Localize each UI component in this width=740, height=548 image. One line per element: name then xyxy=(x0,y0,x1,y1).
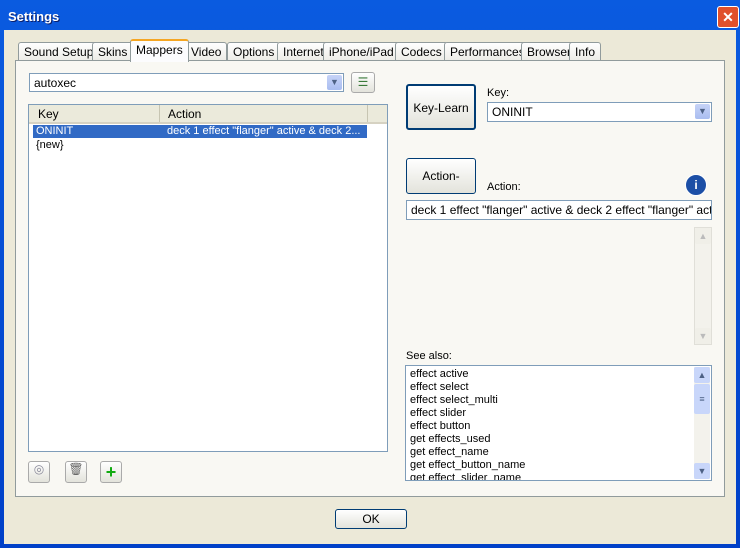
info-icon[interactable]: i xyxy=(685,174,707,196)
see-also-item[interactable]: effect active xyxy=(410,368,525,381)
see-also-label: See also: xyxy=(406,350,452,362)
import-button[interactable]: ◎ xyxy=(28,461,50,483)
table-row[interactable]: {new} xyxy=(33,139,367,152)
tab-video[interactable]: Video xyxy=(185,42,228,61)
tab-skins[interactable]: Skins xyxy=(92,42,134,61)
plus-icon: + xyxy=(105,462,117,482)
tab-iphone-ipad[interactable]: iPhone/iPad xyxy=(323,42,400,61)
key-learn-button[interactable]: Key-Learn xyxy=(406,84,476,130)
tab-codecs[interactable]: Codecs xyxy=(395,42,448,61)
see-also-item[interactable]: effect select_multi xyxy=(410,394,525,407)
mappers-panel: autoxec ▼ ☰ Key Action ONINIT deck 1 effe… xyxy=(15,60,725,497)
header-key[interactable]: Key xyxy=(38,107,59,121)
see-also-item[interactable]: get effect_name xyxy=(410,446,525,459)
see-also-item[interactable]: get effect_slider_name xyxy=(410,472,525,480)
settings-window: Settings ✕ Sound Setup Skins Mappers Video O… xyxy=(0,0,740,548)
mapper-select[interactable]: autoxec ▼ xyxy=(29,73,344,92)
see-also-item[interactable]: effect select xyxy=(410,381,525,394)
action-label: Action: xyxy=(487,181,521,193)
action-scrollbar[interactable]: ▲ ▼ xyxy=(694,227,712,345)
action-learn-button[interactable]: Action-Learn xyxy=(406,158,476,217)
chevron-down-icon[interactable]: ▼ xyxy=(695,104,710,119)
key-select-value: ONINIT xyxy=(492,105,533,119)
disk-icon: ◎ xyxy=(33,462,45,476)
scroll-thumb: ≡ xyxy=(694,384,710,414)
delete-button[interactable]: 🗑 xyxy=(65,461,87,483)
mappings-table: Key Action ONINIT deck 1 effect "flanger… xyxy=(28,104,388,452)
see-also-item[interactable]: get effects_used xyxy=(410,433,525,446)
mapper-options-button[interactable]: ☰ xyxy=(351,72,375,93)
chevron-down-icon[interactable]: ▼ xyxy=(327,75,342,90)
tab-mappers[interactable]: Mappers xyxy=(130,39,189,62)
list-icon: ☰ xyxy=(357,75,369,89)
ok-button[interactable]: OK xyxy=(335,509,407,529)
row-key: ONINIT xyxy=(36,125,74,137)
see-also-item[interactable]: effect slider xyxy=(410,407,525,420)
tab-info[interactable]: Info xyxy=(569,42,602,61)
header-action[interactable]: Action xyxy=(168,107,201,121)
row-key: {new} xyxy=(36,139,64,151)
see-also-item[interactable]: effect button xyxy=(410,420,525,433)
scroll-up-icon: ▲ xyxy=(694,367,710,383)
tab-sound-setup[interactable]: Sound Setup xyxy=(18,42,100,61)
window-title: Settings xyxy=(8,9,60,24)
scroll-down-icon: ▼ xyxy=(694,463,710,479)
tab-internet[interactable]: Internet xyxy=(277,42,330,61)
add-button[interactable]: + xyxy=(100,461,122,483)
mapper-select-value: autoxec xyxy=(34,76,77,90)
close-button[interactable]: ✕ xyxy=(717,6,739,28)
see-also-scrollbar[interactable]: ▲ ≡ ▼ xyxy=(694,367,710,479)
tab-performances[interactable]: Performances xyxy=(444,42,531,61)
key-label: Key: xyxy=(487,87,510,99)
table-row[interactable]: ONINIT deck 1 effect "flanger" active & … xyxy=(33,125,367,138)
see-also-item[interactable]: get effect_button_name xyxy=(410,459,525,472)
dialog-body: Sound Setup Skins Mappers Video Options Inter… xyxy=(4,30,736,544)
tab-options[interactable]: Options xyxy=(227,42,281,61)
trash-icon: 🗑 xyxy=(68,462,84,476)
key-select[interactable]: ONINIT ▼ xyxy=(487,102,712,122)
table-header: Key Action xyxy=(29,105,387,124)
action-field[interactable]: deck 1 effect "flanger" active & deck 2 … xyxy=(406,200,712,220)
row-action: deck 1 effect "flanger" active & deck 2.… xyxy=(167,125,361,137)
see-also-list: effect active effect select effect select_… xyxy=(405,365,712,481)
